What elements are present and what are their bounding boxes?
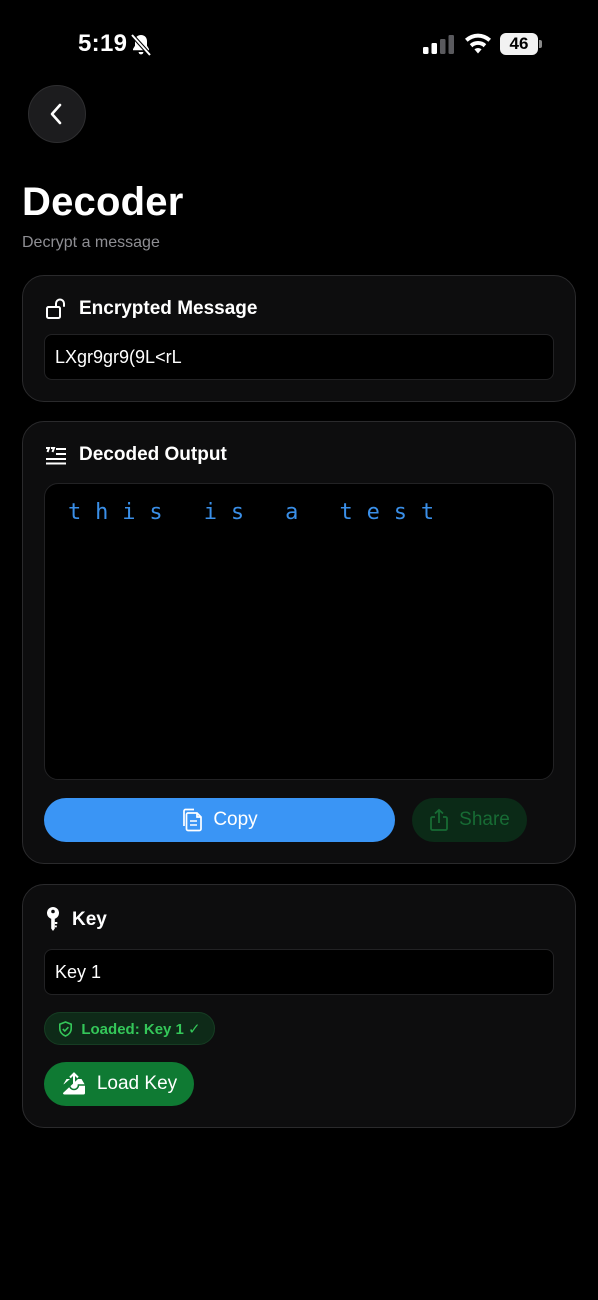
wifi-icon <box>465 33 491 54</box>
bell-slash-icon <box>130 33 152 57</box>
key-icon <box>47 907 59 931</box>
key-input[interactable]: Key 1 <box>44 949 554 995</box>
copy-icon <box>181 808 203 832</box>
load-key-button-label: Load Key <box>96 1073 178 1094</box>
share-button[interactable]: Share <box>412 798 527 842</box>
back-button[interactable] <box>28 85 86 143</box>
shield-check-icon <box>59 1020 73 1037</box>
decoded-output-text: this is a test <box>68 500 449 525</box>
status-time: 5:19 <box>78 30 128 57</box>
loaded-key-badge: Loaded: Key 1 ✓ <box>44 1012 215 1045</box>
loaded-key-badge-label: Loaded: Key 1 ✓ <box>81 1020 201 1038</box>
text-quote-icon <box>46 447 66 465</box>
battery-nub <box>539 40 542 48</box>
share-icon <box>429 808 449 832</box>
chevron-left-icon <box>50 103 62 125</box>
battery-indicator: 46 <box>500 33 538 55</box>
encrypted-message-input[interactable]: LXgr9gr9(9L<rL <box>44 334 554 380</box>
page-title: Decoder <box>22 180 184 224</box>
decoded-output-title: Decoded Output <box>79 444 227 465</box>
unlock-icon <box>46 298 65 319</box>
share-button-label: Share <box>459 809 510 830</box>
cellular-signal-icon <box>423 35 454 54</box>
tray-upload-icon <box>61 1072 87 1096</box>
page-subtitle: Decrypt a message <box>22 234 160 251</box>
load-key-button[interactable]: Load Key <box>44 1062 194 1106</box>
key-title: Key <box>72 909 107 930</box>
decoded-output-area[interactable] <box>44 483 554 780</box>
encrypted-message-title: Encrypted Message <box>79 298 258 319</box>
copy-button-label: Copy <box>213 809 258 830</box>
copy-button[interactable]: Copy <box>44 798 395 842</box>
